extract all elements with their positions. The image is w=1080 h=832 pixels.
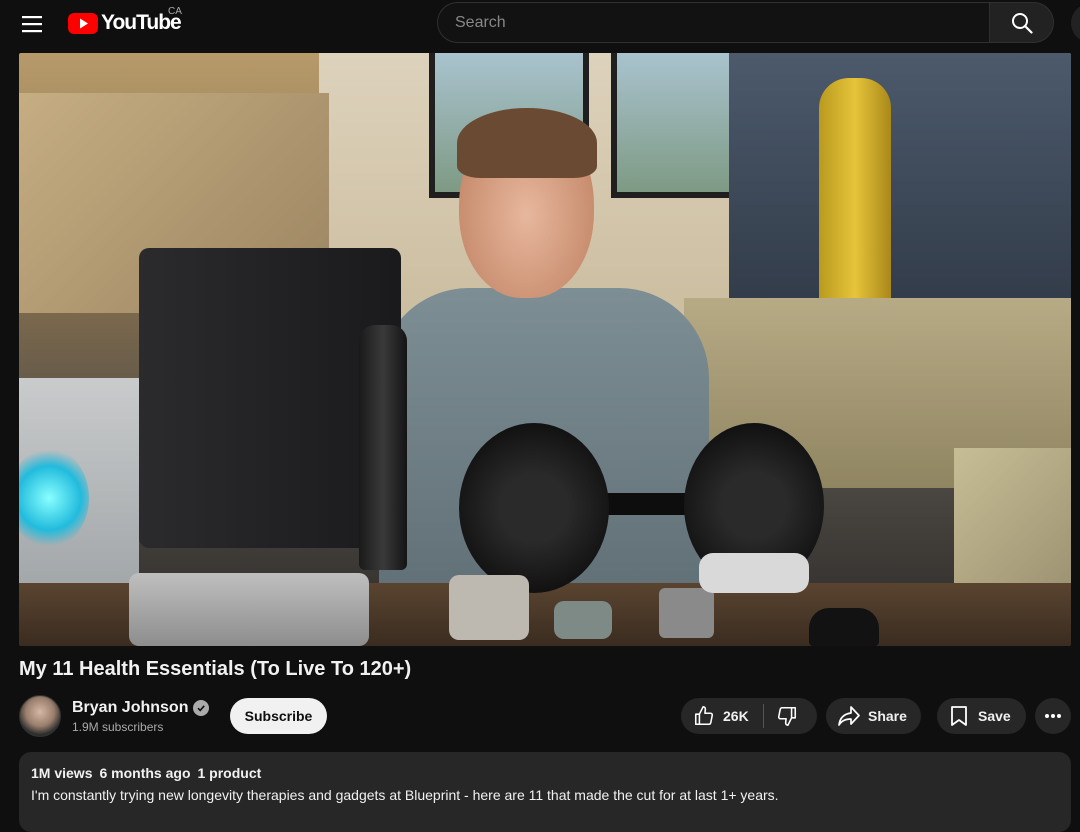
scene-gadget [449, 575, 529, 640]
like-count: 26K [723, 708, 749, 724]
voice-search-button[interactable] [1071, 4, 1080, 42]
hamburger-menu-icon [22, 16, 42, 33]
thumbs-down-icon [777, 706, 796, 726]
like-button[interactable]: 26K [681, 698, 763, 734]
dislike-button[interactable] [764, 698, 812, 734]
youtube-play-icon [68, 12, 98, 34]
save-button[interactable]: Save [937, 698, 1026, 734]
description-box[interactable]: 1M views 6 months ago 1 product I'm cons… [19, 752, 1071, 832]
description-text: I'm constantly trying new longevity ther… [31, 787, 779, 803]
share-button[interactable]: Share [826, 698, 921, 734]
more-actions-button[interactable] [1035, 698, 1071, 734]
scene-tank [819, 78, 891, 318]
search-button[interactable] [989, 2, 1054, 43]
menu-button[interactable] [14, 6, 50, 42]
channel-name[interactable]: Bryan Johnson [72, 699, 188, 717]
more-horizontal-icon [1045, 714, 1061, 718]
scene-dumbbell [459, 423, 609, 593]
scene-tray [129, 573, 369, 646]
description-meta: 1M views 6 months ago 1 product [31, 765, 1059, 781]
bookmark-icon [951, 706, 967, 726]
scene-gadget [659, 588, 714, 638]
subscriber-count: 1.9M subscribers [72, 719, 164, 734]
share-label: Share [868, 708, 907, 724]
view-count: 1M views [31, 765, 93, 781]
scene-person-hair [457, 108, 597, 178]
product-count[interactable]: 1 product [198, 765, 262, 781]
country-code: CA [168, 6, 182, 17]
search-input[interactable] [455, 13, 990, 32]
channel-owner: Bryan Johnson 1.9M subscribers [19, 695, 210, 737]
scene-gadget [554, 601, 612, 639]
video-title: My 11 Health Essentials (To Live To 120+… [19, 658, 412, 680]
youtube-logo[interactable]: YouTube [68, 10, 182, 36]
save-label: Save [978, 708, 1011, 724]
channel-name-row: Bryan Johnson [72, 699, 210, 717]
share-arrow-icon [838, 706, 860, 726]
thumbs-up-icon [694, 706, 714, 726]
upload-age: 6 months ago [99, 765, 191, 781]
verified-icon [193, 699, 210, 716]
top-bar: YouTube CA [0, 0, 1080, 48]
video-player[interactable] [19, 53, 1071, 646]
channel-avatar[interactable] [19, 695, 61, 737]
scene-gadget [809, 608, 879, 646]
scene-gadget [699, 553, 809, 593]
search-box [437, 2, 990, 43]
like-dislike-group: 26K [681, 698, 817, 734]
scene-bottle [359, 325, 407, 570]
search-icon [1011, 12, 1033, 34]
channel-info: Bryan Johnson 1.9M subscribers [72, 699, 210, 734]
scene-rack [729, 53, 1071, 333]
subscribe-button[interactable]: Subscribe [230, 698, 327, 734]
